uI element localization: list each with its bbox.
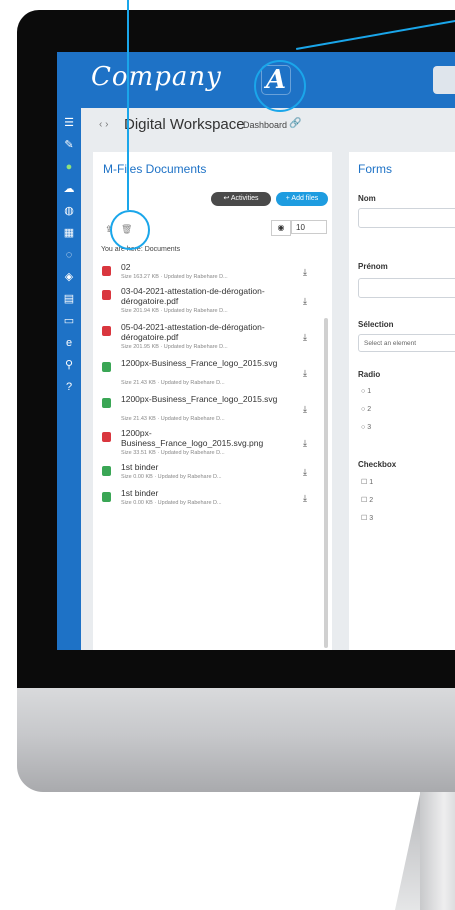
company-logo-text: Company <box>91 62 222 92</box>
radio-label: Radio <box>358 370 381 379</box>
checkbox-option[interactable]: ☐ 1 <box>361 478 373 486</box>
file-meta: Size 0.00 KB · Updated by Rabehare D... <box>121 474 222 480</box>
nom-label: Nom <box>358 194 376 203</box>
breadcrumb-path: You are here: Documents <box>101 246 181 253</box>
menu-icon[interactable]: ☰ <box>62 116 76 130</box>
radio-option-label: 1 <box>367 388 372 395</box>
page-size-select[interactable]: 10 <box>291 220 327 234</box>
file-meta: Size 0.00 KB · Updated by Rabehare D... <box>121 500 222 506</box>
monitor-chin <box>17 688 455 792</box>
grid-icon[interactable]: ▦ <box>62 226 76 240</box>
link-icon[interactable]: 🔗 <box>289 118 301 129</box>
file-name[interactable]: 02 <box>121 262 281 272</box>
file-type-icon <box>102 290 111 300</box>
search-icon[interactable]: ⚲ <box>62 358 76 372</box>
radio-option[interactable]: ○ 1 <box>361 388 371 395</box>
checkbox-option-label: 2 <box>369 497 374 504</box>
globe-icon[interactable]: ◍ <box>62 204 76 218</box>
radio-option[interactable]: ○ 3 <box>361 424 371 431</box>
checkbox-option-label: 3 <box>369 515 374 522</box>
file-meta: Size 163.27 KB · Updated by Rabehare D..… <box>121 274 228 280</box>
sticky-note-icon[interactable]: ▤ <box>62 292 76 306</box>
download-icon[interactable]: ⤓ <box>303 267 307 278</box>
callout-ring-logo <box>254 60 306 112</box>
status-dot-icon[interactable]: ● <box>62 160 76 174</box>
help-icon[interactable]: ? <box>62 380 76 394</box>
pencil-icon[interactable]: ✎ <box>62 138 76 152</box>
file-type-icon <box>102 432 111 442</box>
nom-input[interactable] <box>358 208 455 228</box>
file-name[interactable]: 1200px-Business_France_logo_2015.svg <box>121 358 281 368</box>
file-meta: Size 33.51 KB · Updated by Rabehare D... <box>121 450 225 456</box>
checkbox-option[interactable]: ☐ 2 <box>361 496 373 504</box>
monitor-stand <box>420 792 455 910</box>
selection-label: Sélection <box>358 320 394 329</box>
sidebar-nav: ☰ ✎ ● ☁ ◍ ▦ ◌ ◈ ▤ ▭ e ⚲ ? <box>57 108 81 650</box>
breadcrumb-arrows[interactable]: ‹ › <box>99 119 108 130</box>
file-name[interactable]: 1200px-Business_France_logo_2015.svg <box>121 394 281 404</box>
callout-line-upload <box>127 0 129 210</box>
checkbox-label: Checkbox <box>358 460 397 469</box>
forms-title: Forms <box>358 162 392 176</box>
file-meta: Size 21.43 KB · Updated by Rabehare D... <box>121 416 225 422</box>
file-type-icon <box>102 492 111 502</box>
scrollbar[interactable] <box>324 318 328 648</box>
file-type-icon <box>102 362 111 372</box>
callout-ring-upload <box>110 210 150 250</box>
file-name[interactable]: 03-04-2021-attestation-de-dérogation-dér… <box>121 286 281 306</box>
radio-option-label: 3 <box>367 424 372 431</box>
add-files-button[interactable]: + Add files <box>276 192 328 206</box>
documents-title: M-Files Documents <box>103 162 207 176</box>
view-toggle[interactable]: ◉ <box>271 220 291 236</box>
download-icon[interactable]: ⤓ <box>303 438 307 449</box>
radio-option-label: 2 <box>367 406 372 413</box>
file-list: 02 Size 163.27 KB · Updated by Rabehare D… <box>99 262 324 650</box>
file-meta: Size 201.95 KB · Updated by Rabehare D..… <box>121 344 228 350</box>
file-name[interactable]: 05-04-2021-attestation-de-dérogation-dér… <box>121 322 281 342</box>
screen: Company A ☰ ✎ ● ☁ ◍ ▦ ◌ ◈ ▤ ▭ e ⚲ ? ‹ › … <box>57 52 455 650</box>
prenom-input[interactable] <box>358 278 455 298</box>
download-icon[interactable]: ⤓ <box>303 467 307 478</box>
selection-dropdown[interactable]: Select an element <box>358 334 455 352</box>
download-icon[interactable]: ⤓ <box>303 368 307 379</box>
file-type-icon <box>102 326 111 336</box>
edge-icon[interactable]: e <box>62 336 76 350</box>
checkbox-option[interactable]: ☐ 3 <box>361 514 373 522</box>
download-icon[interactable]: ⤓ <box>303 296 307 307</box>
top-bar-button[interactable] <box>433 66 455 94</box>
file-type-icon <box>102 398 111 408</box>
cloud-icon[interactable]: ☁ <box>62 182 76 196</box>
checkbox-option-label: 1 <box>369 479 374 486</box>
breadcrumb: ‹ › Digital Workspace Dashboard 🔗 <box>81 108 455 144</box>
file-type-icon <box>102 266 111 276</box>
file-name[interactable]: 1st binder <box>121 488 281 498</box>
download-icon[interactable]: ⤓ <box>303 404 307 415</box>
download-icon[interactable]: ⤓ <box>303 493 307 504</box>
file-type-icon <box>102 466 111 476</box>
prenom-label: Prénom <box>358 262 388 271</box>
file-name[interactable]: 1200px-Business_France_logo_2015.svg.png <box>121 428 281 448</box>
page-subtitle: Dashboard <box>243 120 288 130</box>
file-meta: Size 21.43 KB · Updated by Rabehare D... <box>121 380 225 386</box>
page-title: Digital Workspace <box>124 116 245 133</box>
file-name[interactable]: 1st binder <box>121 462 281 472</box>
forms-panel: Forms Nom Prénom Sélection Select an ele… <box>349 152 455 650</box>
shield-icon[interactable]: ◈ <box>62 270 76 284</box>
radio-option[interactable]: ○ 2 <box>361 406 371 413</box>
download-icon[interactable]: ⤓ <box>303 332 307 343</box>
activities-button[interactable]: ↩ Activities <box>211 192 271 206</box>
file-meta: Size 201.94 KB · Updated by Rabehare D..… <box>121 308 228 314</box>
browser-icon[interactable]: ▭ <box>62 314 76 328</box>
chat-icon[interactable]: ◌ <box>62 248 76 262</box>
